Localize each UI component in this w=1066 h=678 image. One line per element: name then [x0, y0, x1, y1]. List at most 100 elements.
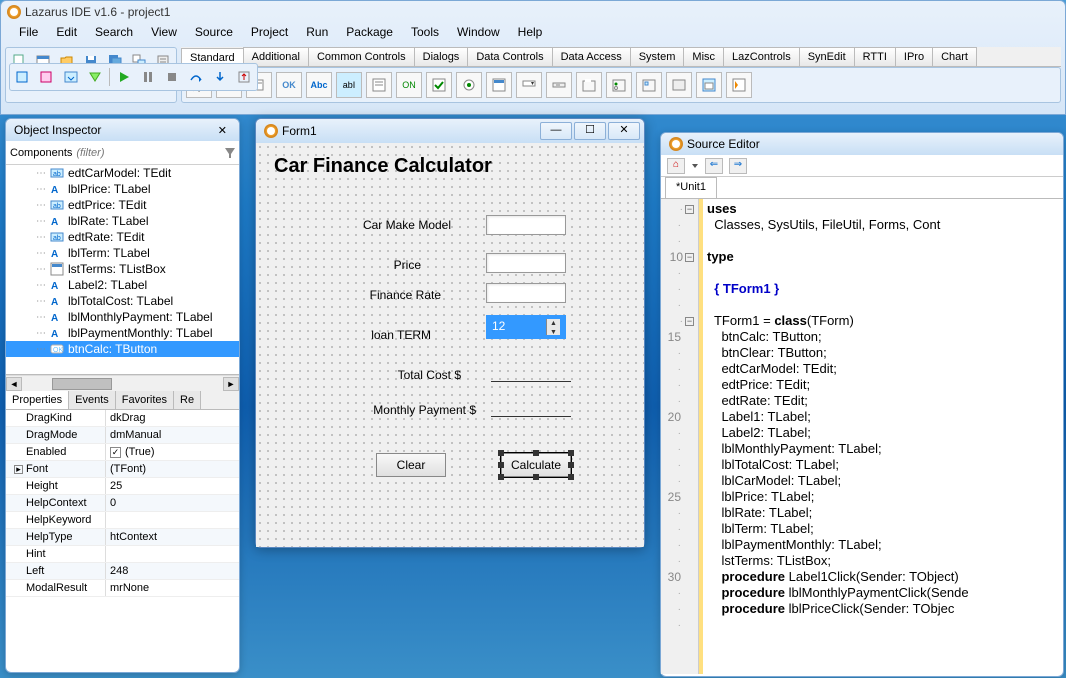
menu-help[interactable]: Help: [510, 23, 551, 43]
comp-tab-ipro[interactable]: IPro: [895, 47, 933, 66]
comp-groupbox[interactable]: [576, 72, 602, 98]
clear-filter-icon[interactable]: [223, 146, 235, 160]
open-project-button[interactable]: [60, 66, 82, 88]
tree-item[interactable]: ⋯AlblTotalCost: TLabel: [6, 293, 239, 309]
code-text[interactable]: uses Classes, SysUtils, FileUtil, Forms,…: [703, 199, 1063, 674]
tree-item[interactable]: ⋯AlblPrice: TLabel: [6, 181, 239, 197]
step-into-button[interactable]: [209, 66, 231, 88]
comp-tab-synedit[interactable]: SynEdit: [799, 47, 855, 66]
tab-restricted[interactable]: Re: [174, 391, 201, 409]
sel-handle-e[interactable]: [568, 462, 574, 468]
tree-item[interactable]: ⋯ALabel2: TLabel: [6, 277, 239, 293]
comp-scrollbar[interactable]: [546, 72, 572, 98]
comp-combobox[interactable]: [516, 72, 542, 98]
form-title-bar[interactable]: Form1 — ☐ ✕: [256, 119, 644, 143]
stop-button[interactable]: [161, 66, 183, 88]
edt-carmodel[interactable]: [486, 215, 566, 235]
close-button[interactable]: ✕: [608, 122, 640, 140]
comp-tab-rtti[interactable]: RTTI: [854, 47, 896, 66]
sel-handle-w[interactable]: [498, 462, 504, 468]
code-area[interactable]: ·−··10−····−15····20····25····30··· uses…: [661, 199, 1063, 674]
comp-listbox[interactable]: [486, 72, 512, 98]
sel-handle-s[interactable]: [533, 474, 539, 480]
menu-edit[interactable]: Edit: [48, 23, 85, 43]
comp-tab-datacontrols[interactable]: Data Controls: [467, 47, 552, 66]
nav-dropdown-icon[interactable]: [691, 159, 699, 173]
component-tree[interactable]: ⋯abedtCarModel: TEdit⋯AlblPrice: TLabel⋯…: [6, 165, 239, 375]
tree-item[interactable]: ⋯abedtRate: TEdit: [6, 229, 239, 245]
pause-button[interactable]: [137, 66, 159, 88]
menu-run[interactable]: Run: [298, 23, 336, 43]
property-row[interactable]: Enabled✓ (True): [6, 444, 239, 461]
scroll-right-button[interactable]: ►: [223, 377, 239, 391]
form-designer[interactable]: Form1 — ☐ ✕ Car Finance Calculator Car M…: [255, 118, 645, 548]
property-row[interactable]: ModalResultmrNone: [6, 580, 239, 597]
comp-tab-common[interactable]: Common Controls: [308, 47, 415, 66]
tree-item[interactable]: ⋯AlblPaymentMonthly: TLabel: [6, 325, 239, 341]
oi-title-bar[interactable]: Object Inspector ✕: [6, 119, 239, 141]
menu-search[interactable]: Search: [87, 23, 141, 43]
property-row[interactable]: Height25: [6, 478, 239, 495]
se-title-bar[interactable]: Source Editor: [661, 133, 1063, 155]
comp-tab-system[interactable]: System: [630, 47, 685, 66]
minimize-button[interactable]: —: [540, 122, 572, 140]
sel-handle-sw[interactable]: [498, 474, 504, 480]
sel-handle-n[interactable]: [533, 450, 539, 456]
edt-rate[interactable]: [486, 283, 566, 303]
property-row[interactable]: DragKinddkDrag: [6, 410, 239, 427]
scroll-left-button[interactable]: ◄: [6, 377, 22, 391]
tree-item[interactable]: ⋯AlblRate: TLabel: [6, 213, 239, 229]
oi-h-scrollbar[interactable]: ◄ ►: [6, 375, 239, 391]
property-row[interactable]: Left248: [6, 563, 239, 580]
sel-handle-ne[interactable]: [568, 450, 574, 456]
comp-radiogroup[interactable]: [606, 72, 632, 98]
lbl-monthly[interactable]: Monthly Payment $: [356, 403, 476, 417]
spin-down[interactable]: ▼: [547, 328, 560, 337]
compile-mode-button[interactable]: [84, 66, 106, 88]
comp-edit[interactable]: abI: [336, 72, 362, 98]
tree-item[interactable]: ⋯AlblMonthlyPayment: TLabel: [6, 309, 239, 325]
oi-close-button[interactable]: ✕: [214, 124, 231, 137]
property-row[interactable]: ▸Font(TFont): [6, 461, 239, 478]
menu-project[interactable]: Project: [243, 23, 296, 43]
comp-checkbox[interactable]: [426, 72, 452, 98]
property-row[interactable]: HelpTypehtContext: [6, 529, 239, 546]
nav-forward-button[interactable]: ⇒: [729, 158, 747, 174]
comp-tab-dialogs[interactable]: Dialogs: [414, 47, 469, 66]
tree-item[interactable]: ⋯abedtCarModel: TEdit: [6, 165, 239, 181]
menu-tools[interactable]: Tools: [403, 23, 447, 43]
tree-item[interactable]: ⋯abedtPrice: TEdit: [6, 197, 239, 213]
lbl-term[interactable]: loan TERM: [361, 328, 431, 342]
comp-tab-misc[interactable]: Misc: [683, 47, 724, 66]
heading-label[interactable]: Car Finance Calculator: [274, 155, 492, 178]
comp-checkgroup[interactable]: [636, 72, 662, 98]
view-units-button[interactable]: [12, 66, 34, 88]
lbl-total[interactable]: Total Cost $: [381, 368, 461, 382]
nav-back-button[interactable]: ⇐: [705, 158, 723, 174]
step-over-button[interactable]: [185, 66, 207, 88]
sel-handle-nw[interactable]: [498, 450, 504, 456]
run-button[interactable]: [113, 66, 135, 88]
comp-panel[interactable]: [666, 72, 692, 98]
comp-tab-dataaccess[interactable]: Data Access: [552, 47, 631, 66]
filter-input[interactable]: [76, 147, 219, 159]
nav-home-button[interactable]: ⌂: [667, 158, 685, 174]
comp-button[interactable]: OK: [276, 72, 302, 98]
spin-up[interactable]: ▲: [547, 319, 560, 328]
property-row[interactable]: HelpKeyword: [6, 512, 239, 529]
tree-item[interactable]: ⋯OKbtnCalc: TButton: [6, 341, 239, 357]
comp-tab-lazcontrols[interactable]: LazControls: [723, 47, 800, 66]
form-canvas[interactable]: Car Finance Calculator Car Make Model Pr…: [256, 143, 644, 547]
menu-window[interactable]: Window: [449, 23, 508, 43]
lbl-price[interactable]: Price: [381, 258, 421, 272]
lst-terms[interactable]: 12 ▲ ▼: [486, 315, 566, 339]
tree-item[interactable]: ⋯lstTerms: TListBox: [6, 261, 239, 277]
menu-source[interactable]: Source: [187, 23, 241, 43]
lbl-carmodel[interactable]: Car Make Model: [346, 218, 451, 232]
comp-memo[interactable]: [366, 72, 392, 98]
tree-item[interactable]: ⋯AlblTerm: TLabel: [6, 245, 239, 261]
comp-tab-chart[interactable]: Chart: [932, 47, 977, 66]
scroll-thumb[interactable]: [52, 378, 112, 390]
sel-handle-se[interactable]: [568, 474, 574, 480]
property-grid[interactable]: DragKinddkDragDragModedmManualEnabled✓ (…: [6, 410, 239, 597]
